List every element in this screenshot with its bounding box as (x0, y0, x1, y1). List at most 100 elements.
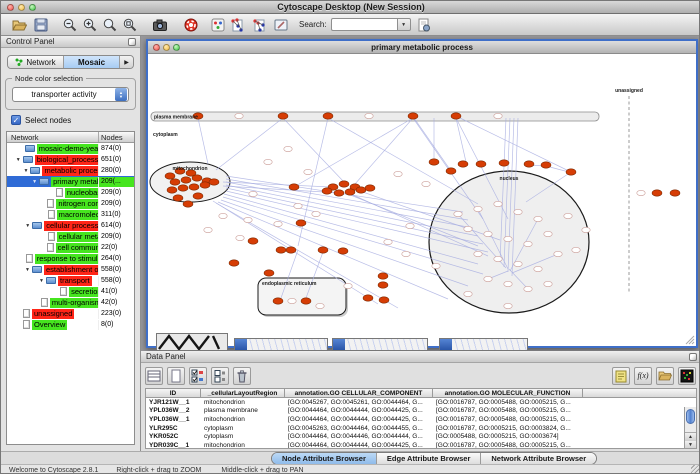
column-header[interactable]: ID (146, 389, 201, 398)
network-node-selected[interactable] (278, 113, 288, 119)
select-stepper-icon[interactable]: ▲▼ (115, 88, 127, 101)
network-node-selected[interactable] (248, 238, 258, 244)
tree-expander-icon[interactable]: ▼ (14, 157, 23, 163)
network-window-zoom-button[interactable] (173, 44, 180, 51)
network-node-selected[interactable] (379, 297, 389, 303)
network-node[interactable] (464, 226, 472, 231)
network-node[interactable] (524, 286, 532, 291)
network-node[interactable] (304, 169, 312, 174)
tree-expander-icon[interactable]: ▼ (23, 223, 32, 229)
network-node[interactable] (402, 251, 410, 256)
network-node-selected[interactable] (181, 177, 191, 183)
network-node[interactable] (494, 256, 502, 261)
table-row[interactable]: YPL036W__1mitochondrion[GO:0044464, GO:0… (146, 415, 696, 424)
minimized-window-strip[interactable] (332, 338, 428, 351)
tree-item-transport[interactable]: ▼transport558(0) (7, 275, 134, 286)
network-node[interactable] (464, 291, 472, 296)
network-node[interactable] (484, 231, 492, 236)
scroll-up-icon[interactable]: ▲ (685, 433, 696, 441)
search-settings-icon[interactable] (416, 16, 433, 33)
network-node-selected[interactable] (541, 162, 551, 168)
network-edge[interactable] (216, 118, 283, 170)
tree-item-biological-process[interactable]: ▼biological_process651(0) (7, 154, 134, 165)
tree-item-cell-communicat[interactable]: cell communicat22(0) (7, 242, 134, 253)
table-cell[interactable]: YPL036W__2 (146, 407, 201, 414)
new-attribute-icon[interactable] (167, 367, 185, 385)
tree-expander-icon[interactable]: ▼ (23, 267, 32, 273)
network-node-selected[interactable] (345, 189, 355, 195)
function-builder-icon[interactable]: f(x) (634, 367, 652, 385)
snapshot-icon[interactable] (151, 16, 168, 33)
help-icon[interactable] (182, 16, 199, 33)
network-node[interactable] (274, 221, 282, 226)
network-node[interactable] (484, 276, 492, 281)
network-node[interactable] (504, 281, 512, 286)
tree-item-cellular-metabo[interactable]: cellular metabo209(0) (7, 231, 134, 242)
network-node-selected[interactable] (192, 175, 202, 181)
column-header[interactable]: _cellularLayoutRegion (201, 389, 285, 398)
network-node[interactable] (554, 251, 562, 256)
network-node-selected[interactable] (301, 298, 311, 304)
vizmapper-icon[interactable] (209, 16, 226, 33)
table-cell[interactable]: YDR039C__1 (146, 442, 201, 448)
tree-expander-icon[interactable]: ▼ (21, 168, 30, 174)
network-node-selected[interactable] (178, 185, 188, 191)
network-node[interactable] (514, 261, 522, 266)
table-cell[interactable]: [GO:0044464, GO:0044444, GO:0044425, G..… (285, 416, 433, 423)
scrollbar-thumb[interactable] (686, 409, 695, 424)
import-attributes-icon[interactable] (656, 367, 674, 385)
network-node-selected[interactable] (183, 201, 193, 207)
network-node[interactable] (422, 181, 430, 186)
network-node-selected[interactable] (365, 185, 375, 191)
network-node[interactable] (249, 191, 257, 196)
network-node[interactable] (544, 281, 552, 286)
network-node[interactable] (504, 236, 512, 241)
network-edge[interactable] (355, 118, 413, 184)
network-node-selected[interactable] (524, 161, 534, 167)
select-nodes-checkbox[interactable]: ✓ (11, 115, 21, 125)
network-node[interactable] (454, 211, 462, 216)
network-canvas-svg[interactable]: plasma membranecytoplasmmitochondrionnuc… (148, 54, 696, 346)
tree-item-overview[interactable]: Overview8(0) (7, 319, 134, 330)
column-header[interactable]: annotation.GO CELLULAR_COMPONENT (285, 389, 433, 398)
delete-attribute-icon[interactable] (233, 367, 251, 385)
table-cell[interactable]: cytoplasm (201, 433, 285, 440)
network-node-selected[interactable] (499, 160, 509, 166)
table-cell[interactable]: [GO:0045267, GO:0045261, GO:0044464, G..… (285, 399, 433, 406)
network-node-selected[interactable] (193, 193, 203, 199)
table-cell[interactable]: [GO:0016787, GO:0005488, GO:0005215, G..… (433, 407, 583, 414)
network-node-selected[interactable] (322, 188, 332, 194)
network-node[interactable] (406, 223, 414, 228)
network-node-selected[interactable] (356, 187, 366, 193)
network-node-selected[interactable] (276, 247, 286, 253)
table-row[interactable]: YJR121W__1mitochondrion[GO:0045267, GO:0… (146, 398, 696, 407)
network-edge[interactable] (456, 118, 466, 162)
tab-node-attribute-browser[interactable]: Node Attribute Browser (272, 453, 377, 464)
network-node-selected[interactable] (339, 181, 349, 187)
network-node[interactable] (582, 227, 590, 232)
tree-item-mosaic-demo-yeast[interactable]: mosaic-demo-yeast874(0) (7, 143, 134, 154)
table-cell[interactable]: plasma membrane (201, 407, 285, 414)
minimized-window-thumbnail[interactable] (156, 333, 228, 351)
network-node[interactable] (572, 247, 580, 252)
network-node-selected[interactable] (165, 173, 175, 179)
network-node-selected[interactable] (378, 273, 388, 279)
table-cell[interactable]: YKR052C (146, 433, 201, 440)
network-node-selected[interactable] (652, 190, 662, 196)
table-cell[interactable]: [GO:0016787, GO:0005488, GO:0005215, G..… (433, 399, 583, 406)
network-node[interactable] (544, 231, 552, 236)
table-row[interactable]: YDR039C__1mitochondrion[GO:0044464, GO:0… (146, 441, 696, 448)
zoom-out-icon[interactable] (61, 16, 78, 33)
network-node-selected[interactable] (451, 113, 461, 119)
layout-icon-b[interactable] (250, 16, 267, 33)
tree-item-unassigned[interactable]: unassigned223(0) (7, 308, 134, 319)
search-dropdown-arrow[interactable]: ▼ (397, 18, 411, 31)
save-icon[interactable] (32, 16, 49, 33)
zoom-button[interactable] (29, 4, 36, 11)
notes-icon[interactable] (612, 367, 630, 385)
network-node-selected[interactable] (209, 179, 219, 185)
scroll-down-icon[interactable]: ▼ (685, 441, 696, 448)
network-node[interactable] (474, 251, 482, 256)
minimized-window-strip[interactable] (439, 338, 528, 351)
network-node-selected[interactable] (273, 298, 283, 304)
